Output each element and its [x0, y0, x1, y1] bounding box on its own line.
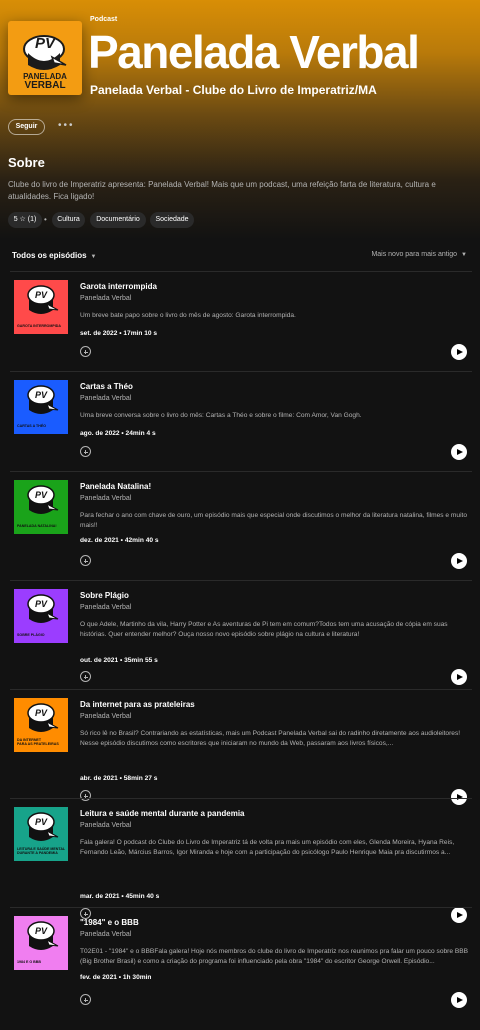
episode-art-label: Panelada natalina! — [17, 524, 57, 528]
episode-description: Para fechar o ano com chave de ouro, um … — [80, 512, 468, 529]
episode-title[interactable]: "1984" e o BBB — [80, 918, 139, 927]
art-logo-text: PV — [35, 290, 48, 300]
episode-row[interactable]: PV Cartas a Théo Cartas a Théo Panelada Ver… — [10, 371, 472, 481]
episode-description: Fala galera! O podcast do Clube do Livro… — [80, 839, 455, 856]
play-button[interactable] — [451, 344, 467, 360]
episode-meta: dez. de 2021 • 42min 40 s — [80, 537, 159, 544]
episode-title[interactable]: Leitura e saúde mental durante a pandemi… — [80, 809, 245, 818]
episodes-filter-label: Todos os episódios — [12, 251, 87, 260]
episode-show-name[interactable]: Panelada Verbal — [80, 495, 131, 502]
add-to-library-icon[interactable] — [80, 994, 91, 1005]
play-button[interactable] — [451, 669, 467, 685]
type-label: Podcast — [90, 16, 118, 23]
episode-row[interactable]: PV Leitura e saúde mental durante a pande… — [10, 798, 472, 923]
episode-show-name[interactable]: Panelada Verbal — [80, 931, 131, 938]
about-description: Clube do livro de Imperatriz apresenta: … — [8, 180, 436, 201]
follow-button[interactable]: Seguir — [8, 119, 45, 135]
art-logo-text: PV — [35, 926, 48, 936]
episode-description: T02E01 - "1984" e o BBBFala galera! Hoje… — [80, 948, 469, 965]
episode-title[interactable]: Sobre Plágio — [80, 591, 129, 600]
episode-art-label: Cartas a Théo — [17, 424, 47, 428]
add-to-library-icon[interactable] — [80, 446, 91, 457]
art-logo-text: PV — [35, 817, 48, 827]
play-button[interactable] — [451, 553, 467, 569]
episode-art-label: Leitura e saúde mental durante a pandemi… — [17, 847, 66, 855]
episode-description: Uma breve conversa sobre o livro do mês:… — [80, 412, 362, 419]
art-logo-text: PV — [35, 490, 48, 500]
episode-artwork[interactable]: PV Cartas a Théo — [14, 380, 68, 434]
episode-row[interactable]: PV 1984 e o BBB "1984" e o BBB Panelada Ver… — [10, 907, 472, 1017]
category-chip-cultura[interactable]: Cultura — [52, 212, 85, 228]
category-chip-documentario[interactable]: Documentário — [90, 212, 146, 228]
episode-description: O que Adele, Martinho da vila, Harry Pot… — [80, 621, 448, 638]
episode-meta: fev. de 2021 • 1h 30min — [80, 974, 152, 981]
episode-row[interactable]: PV Sobre plágio Sobre Plágio Panelada Verba… — [10, 580, 472, 690]
page-title: Panelada Verbal — [88, 26, 420, 78]
about-heading: Sobre — [8, 155, 45, 170]
episode-meta: set. de 2022 • 17min 10 s — [80, 330, 158, 337]
episodes-filter-dropdown[interactable]: Todos os episódios ▼ — [12, 251, 96, 260]
sort-dropdown[interactable]: Mais novo para mais antigo ▼ — [371, 251, 467, 258]
episode-description: Um breve bate papo sobre o livro do mês … — [80, 312, 296, 319]
cover-name-line2: VERBAL — [24, 80, 66, 91]
cover-logo-text: PV — [34, 35, 55, 52]
show-subtitle[interactable]: Panelada Verbal - Clube do Livro de Impe… — [90, 83, 377, 97]
episode-show-name[interactable]: Panelada Verbal — [80, 295, 131, 302]
more-options-button[interactable]: ••• — [58, 119, 75, 133]
episode-meta: ago. de 2022 • 24min 4 s — [80, 430, 156, 437]
add-to-library-icon[interactable] — [80, 555, 91, 566]
category-chip-sociedade[interactable]: Sociedade — [150, 212, 194, 228]
episode-title[interactable]: Garota interrompida — [80, 282, 157, 291]
episode-show-name[interactable]: Panelada Verbal — [80, 395, 131, 402]
episode-title[interactable]: Cartas a Théo — [80, 382, 133, 391]
episode-artwork[interactable]: PV Da internet para as prateleiras — [14, 698, 68, 752]
episode-art-label: Garota Interrompida — [17, 324, 61, 328]
episode-meta: out. de 2021 • 35min 55 s — [80, 657, 158, 664]
episode-title[interactable]: Panelada Natalina! — [80, 482, 151, 491]
separator-dot: • — [44, 215, 47, 224]
play-button[interactable] — [451, 444, 467, 460]
add-to-library-icon[interactable] — [80, 346, 91, 357]
chevron-down-icon: ▼ — [90, 254, 97, 260]
episode-meta: mar. de 2021 • 45min 40 s — [80, 893, 160, 900]
chevron-down-icon: ▼ — [461, 252, 467, 258]
episode-art-label: Sobre plágio — [17, 633, 45, 637]
episode-show-name[interactable]: Panelada Verbal — [80, 604, 131, 611]
episode-artwork[interactable]: PV Panelada natalina! — [14, 480, 68, 534]
art-logo-text: PV — [35, 390, 48, 400]
episode-meta: abr. de 2021 • 58min 27 s — [80, 775, 158, 782]
episode-artwork[interactable]: PV Garota Interrompida — [14, 280, 68, 334]
rating-chip[interactable]: 5 ☆ (1) — [8, 212, 42, 228]
episode-artwork[interactable]: PV Leitura e saúde mental durante a pande… — [14, 807, 68, 861]
episode-description: Só rico lê no Brasil? Contrariando as es… — [80, 730, 461, 747]
episode-show-name[interactable]: Panelada Verbal — [80, 822, 131, 829]
add-to-library-icon[interactable] — [80, 671, 91, 682]
art-logo-text: PV — [35, 708, 48, 718]
episode-title[interactable]: Da internet para as prateleiras — [80, 700, 195, 709]
episode-art-label: 1984 e o BBB — [17, 960, 41, 964]
episode-row[interactable]: PV Da internet para as prateleiras Da inte… — [10, 689, 472, 805]
episode-artwork[interactable]: PV Sobre plágio — [14, 589, 68, 643]
sort-label: Mais novo para mais antigo — [371, 251, 458, 258]
episode-row[interactable]: PV Panelada natalina! Panelada Natalina! Pa… — [10, 471, 472, 581]
episode-show-name[interactable]: Panelada Verbal — [80, 713, 131, 720]
episode-artwork[interactable]: PV 1984 e o BBB — [14, 916, 68, 970]
episode-row[interactable]: PV Garota Interrompida Garota interrompida… — [10, 271, 472, 381]
play-button[interactable] — [451, 992, 467, 1008]
episode-art-label: Da internet para as prateleiras — [17, 738, 59, 746]
art-logo-text: PV — [35, 599, 48, 609]
podcast-cover: PV PANELADA VERBAL — [8, 21, 82, 95]
